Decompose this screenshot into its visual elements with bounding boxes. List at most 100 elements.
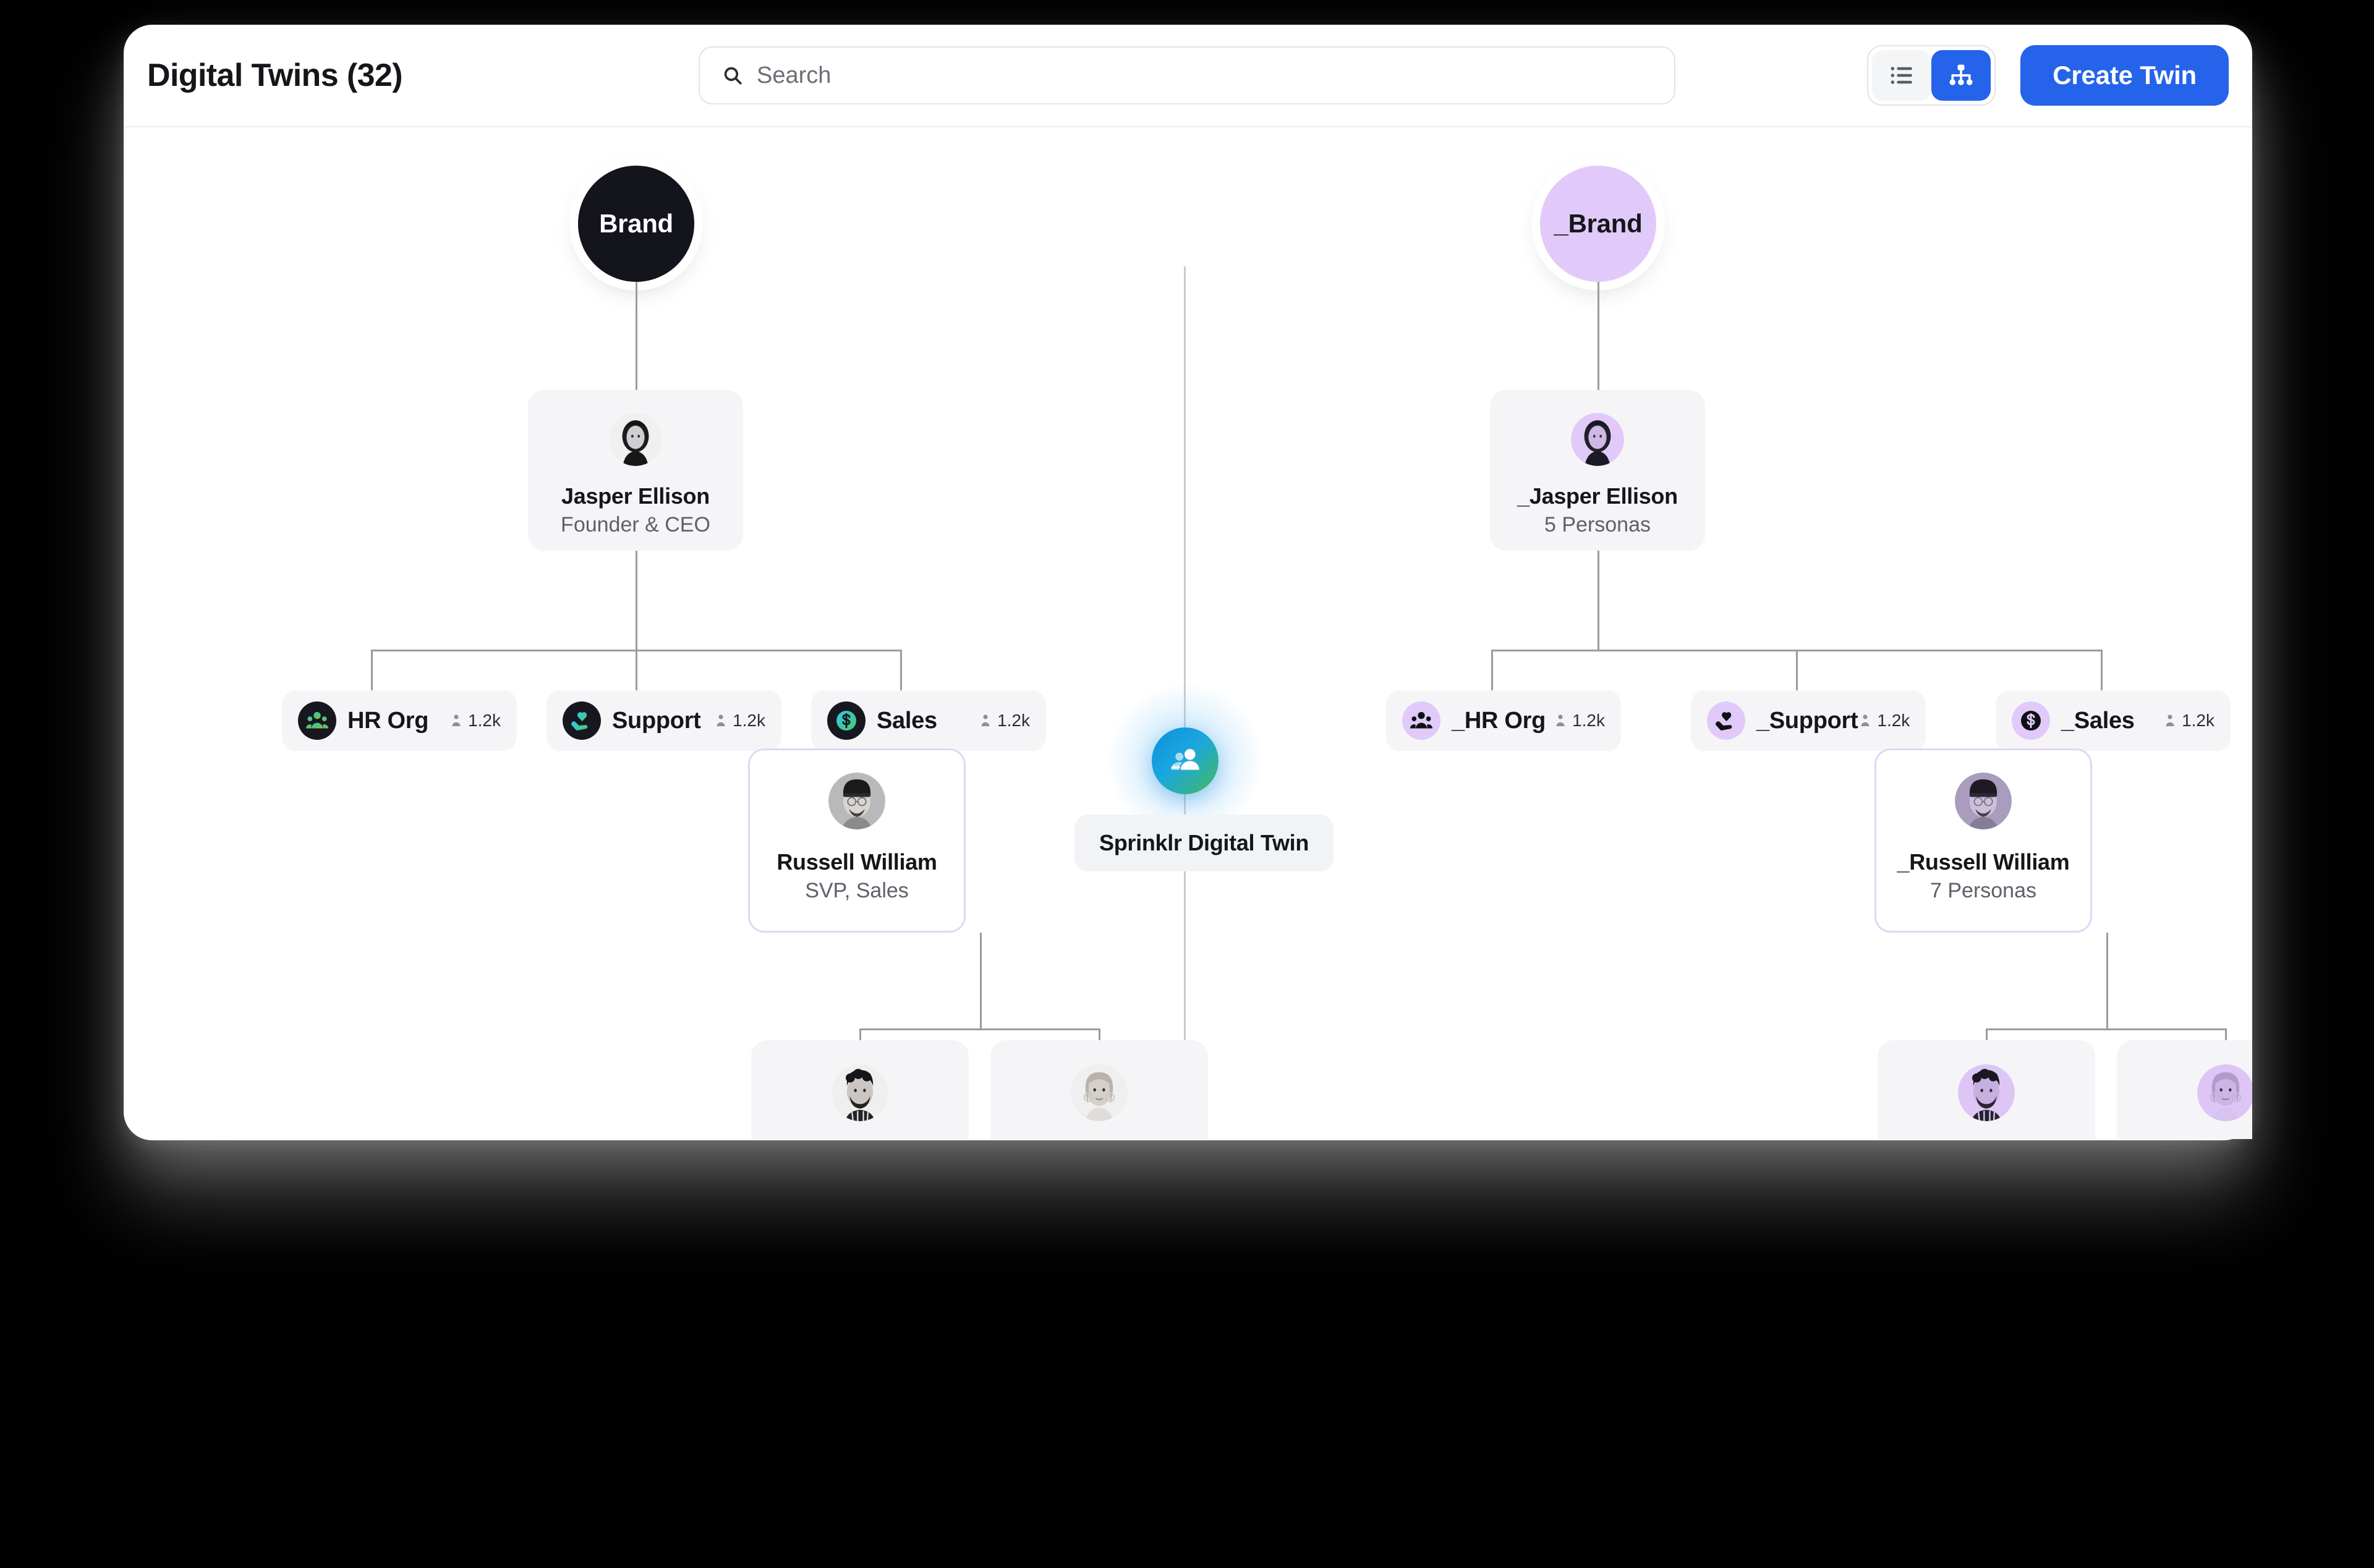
connector-right-vp-bus (1986, 1028, 2227, 1030)
person-role: 5 Personas (1544, 513, 1651, 536)
avatar (828, 773, 885, 829)
left-person-card-svp[interactable]: Russell William SVP, Sales (748, 748, 966, 933)
right-root-brand-node[interactable]: _Brand (1540, 166, 1656, 282)
avatar (1071, 1064, 1128, 1121)
dept-count-value: 1.2k (997, 711, 1030, 730)
person-name: Jasper Ellison (561, 483, 710, 509)
dept-icon (1707, 701, 1745, 740)
left-person-card-vp-rorie[interactable]: Rorie Weeks VP, Sales (990, 1040, 1208, 1139)
dept-label: _Support (1756, 707, 1858, 734)
app-window: Digital Twins (32) Search Create Twin Br… (124, 25, 2252, 1140)
avatar-woman-blonde-hoops (1071, 1064, 1128, 1121)
center-divider (1184, 266, 1186, 1064)
person-name: _Russell William (1897, 849, 2070, 875)
dept-count: 1.2k (449, 711, 501, 731)
dollar-coin-icon (836, 711, 856, 731)
right-dept-node-sales[interactable]: _Sales 1.2k (1996, 690, 2231, 751)
dept-icon (563, 701, 601, 740)
tree-view-button[interactable] (1931, 50, 1991, 101)
connector-left-ceo-drop (636, 551, 637, 650)
dept-label: HR Org (347, 707, 429, 734)
search-input[interactable] (757, 48, 1652, 103)
avatar-man-beanie-glasses (828, 773, 885, 829)
dept-icon (1402, 701, 1440, 740)
people-group-icon (1410, 712, 1432, 729)
avatar-man-curly-beard (832, 1064, 888, 1121)
left-root-brand-label: Brand (599, 209, 673, 238)
app-header: Digital Twins (32) Search Create Twin (124, 25, 2252, 127)
search-field[interactable] (699, 46, 1675, 104)
page-title: Digital Twins (32) (147, 57, 403, 93)
connector-left-svp-drop (980, 933, 982, 1028)
dept-count: 1.2k (1858, 711, 1910, 731)
person-count-icon (452, 714, 461, 726)
dept-count-value: 1.2k (733, 711, 765, 730)
right-person-card-vp-rorie[interactable]: _Rorie Weeks 3 Personas (2117, 1040, 2252, 1139)
header-actions: Create Twin (1867, 45, 2229, 106)
person-role: Founder & CEO (561, 513, 710, 536)
dept-count-value: 1.2k (2182, 711, 2214, 730)
person-count-icon (2166, 714, 2174, 726)
center-twin-label[interactable]: Sprinklr Digital Twin (1074, 815, 1334, 871)
avatar-woman-dark-hair (609, 413, 662, 466)
people-group-icon (306, 712, 328, 729)
left-person-card-vp-franklin[interactable]: Franklin Ball VP, Sales (751, 1040, 969, 1139)
person-count-icon (981, 714, 990, 726)
left-root-brand-node[interactable]: Brand (578, 166, 694, 282)
dept-count: 1.2k (1553, 711, 1605, 731)
org-chart-canvas: Brand Jasper Ellison Founder & CEO HR Or… (124, 127, 2252, 1139)
avatar (2197, 1064, 2252, 1121)
center-twin-node[interactable] (1152, 727, 1219, 794)
view-mode-toggle[interactable] (1867, 45, 1996, 106)
dept-icon (827, 701, 866, 740)
person-name: _Jasper Ellison (1517, 483, 1678, 509)
avatar-man-beanie-glasses (1955, 773, 2012, 829)
dept-count: 1.2k (713, 711, 765, 731)
dept-icon (298, 701, 336, 740)
people-twin-icon (1171, 748, 1199, 770)
connector-right-root-to-ceo (1598, 282, 1599, 390)
dept-count: 1.2k (978, 711, 1030, 731)
person-name: Russell William (776, 849, 937, 875)
dept-icon (2012, 701, 2050, 740)
person-count-icon (1556, 714, 1565, 726)
list-view-icon (1891, 67, 1913, 84)
dept-label: _HR Org (1452, 707, 1546, 734)
right-person-card-svp[interactable]: _Russell William 7 Personas (1874, 748, 2092, 933)
right-dept-node-hr-org[interactable]: _HR Org 1.2k (1386, 690, 1621, 751)
dept-count-value: 1.2k (468, 711, 501, 730)
connector-left-vp-bus (859, 1028, 1100, 1030)
create-twin-button[interactable]: Create Twin (2020, 45, 2229, 106)
dept-count-value: 1.2k (1572, 711, 1605, 730)
avatar-woman-dark-hair (1571, 413, 1624, 466)
avatar-man-curly-beard (1958, 1064, 2015, 1121)
connector-left-root-to-ceo (636, 282, 637, 390)
left-dept-node-support[interactable]: Support 1.2k (547, 690, 781, 751)
connector-right-ceo-drop (1598, 551, 1599, 650)
dept-count-value: 1.2k (1877, 711, 1910, 730)
person-count-icon (1861, 714, 1870, 726)
dept-label: Support (612, 707, 701, 734)
tree-view-icon (1949, 64, 1973, 85)
avatar (1571, 413, 1624, 466)
dept-count: 1.2k (2163, 711, 2214, 731)
dept-label: _Sales (2061, 707, 2135, 734)
connector-right-svp-drop (2106, 933, 2108, 1028)
right-person-card-vp-franklin[interactable]: _Franklin Ball 8 Personas (1878, 1040, 2095, 1139)
search-icon (724, 67, 742, 85)
handshake-heart-icon (571, 712, 588, 731)
dollar-coin-icon (2021, 711, 2041, 731)
right-person-card-ceo[interactable]: _Jasper Ellison 5 Personas (1490, 390, 1705, 551)
right-root-brand-label: _Brand (1554, 209, 1643, 238)
list-view-button[interactable] (1872, 50, 1932, 101)
right-dept-node-support[interactable]: _Support 1.2k (1691, 690, 1926, 751)
left-dept-node-sales[interactable]: Sales 1.2k (811, 690, 1046, 751)
avatar (832, 1064, 888, 1121)
left-person-card-ceo[interactable]: Jasper Ellison Founder & CEO (528, 390, 743, 551)
left-dept-node-hr-org[interactable]: HR Org 1.2k (282, 690, 517, 751)
avatar (1958, 1064, 2015, 1121)
avatar-woman-blonde-hoops (2197, 1064, 2252, 1121)
avatar (609, 413, 662, 466)
person-role: SVP, Sales (805, 879, 909, 902)
handshake-heart-icon (1715, 712, 1732, 731)
